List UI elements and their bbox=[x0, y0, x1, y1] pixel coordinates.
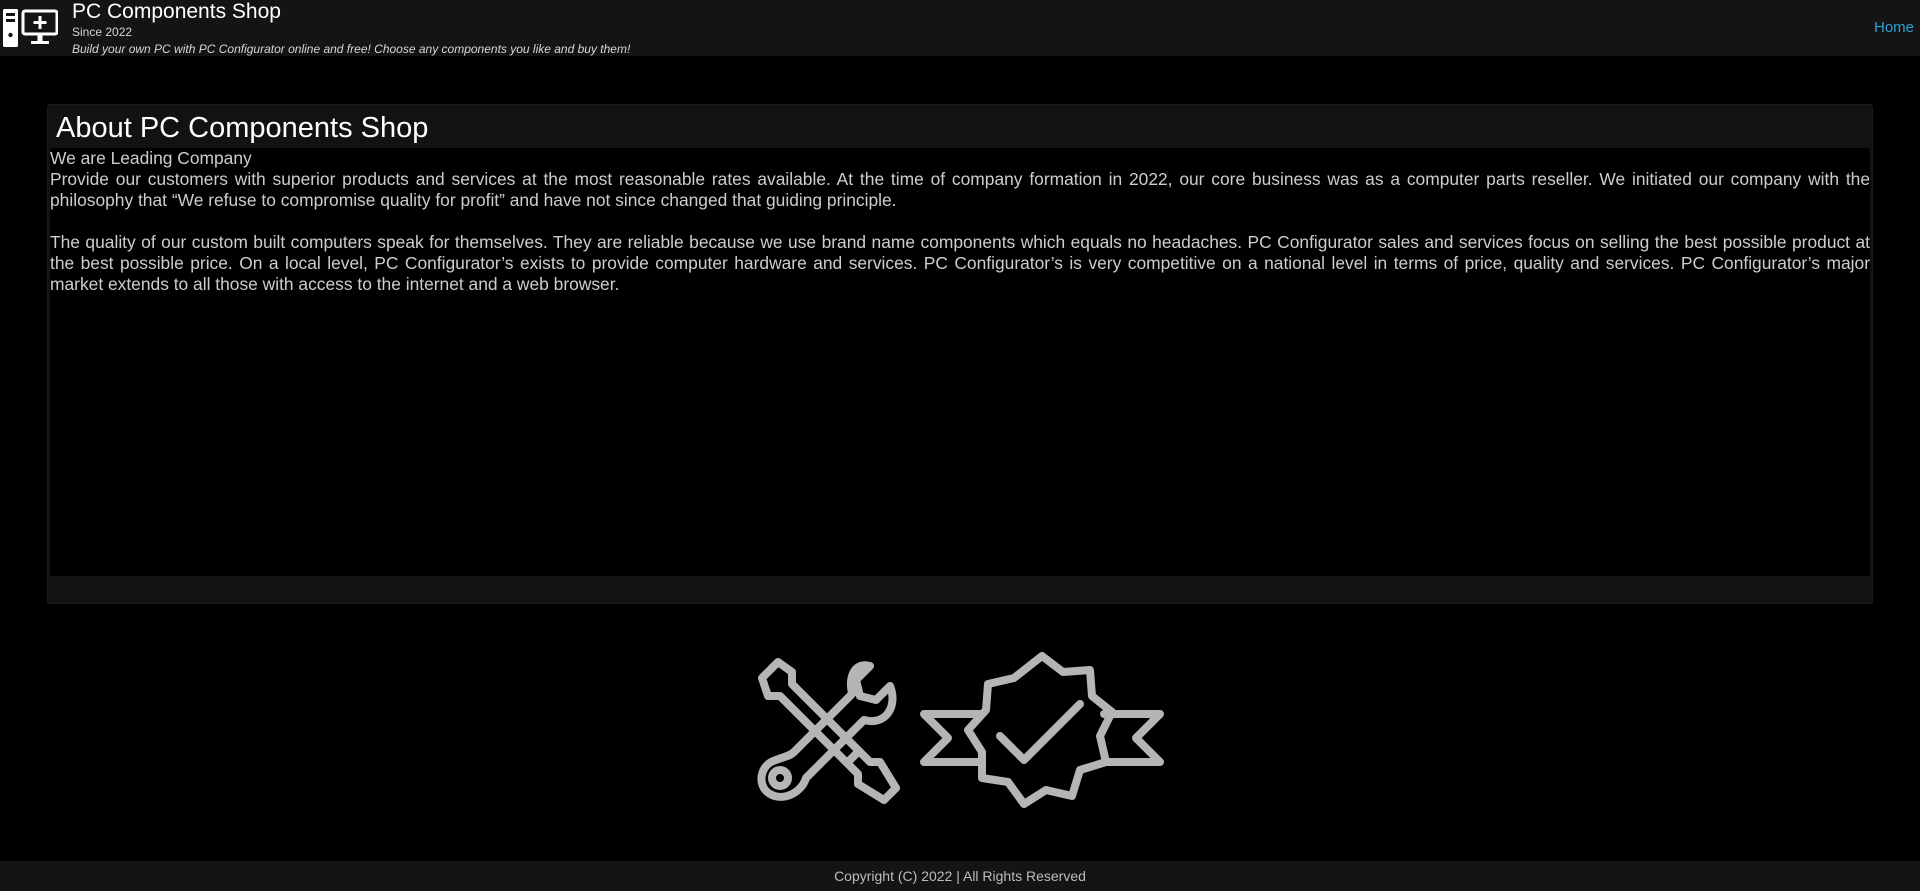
quality-check-badge-icon bbox=[920, 652, 1164, 808]
about-title: About PC Components Shop bbox=[56, 112, 429, 144]
about-paragraph: The quality of our custom built computer… bbox=[50, 232, 1870, 294]
about-panel: About PC Components Shop We are Leading … bbox=[47, 104, 1873, 604]
wrench-screwdriver-icon bbox=[757, 658, 900, 804]
brand: PC Components Shop Since 2022 Build your… bbox=[72, 0, 630, 56]
about-body: We are Leading Company Provide our custo… bbox=[50, 148, 1870, 576]
site-footer: Copyright (C) 2022 | All Rights Reserved bbox=[0, 861, 1920, 891]
site-title[interactable]: PC Components Shop bbox=[72, 0, 630, 24]
pc-configurator-logo-icon[interactable] bbox=[2, 8, 58, 48]
site-header: PC Components Shop Since 2022 Build your… bbox=[0, 0, 1920, 56]
site-since: Since 2022 bbox=[72, 25, 133, 39]
badges bbox=[752, 652, 1164, 812]
about-subtitle: We are Leading Company bbox=[50, 148, 252, 168]
nav-home-link[interactable]: Home bbox=[1874, 19, 1914, 36]
copyright-text: Copyright (C) 2022 | All Rights Reserved bbox=[834, 868, 1086, 884]
site-tagline: Build your own PC with PC Configurator o… bbox=[72, 42, 631, 56]
about-paragraph: Provide our customers with superior prod… bbox=[50, 169, 1870, 210]
